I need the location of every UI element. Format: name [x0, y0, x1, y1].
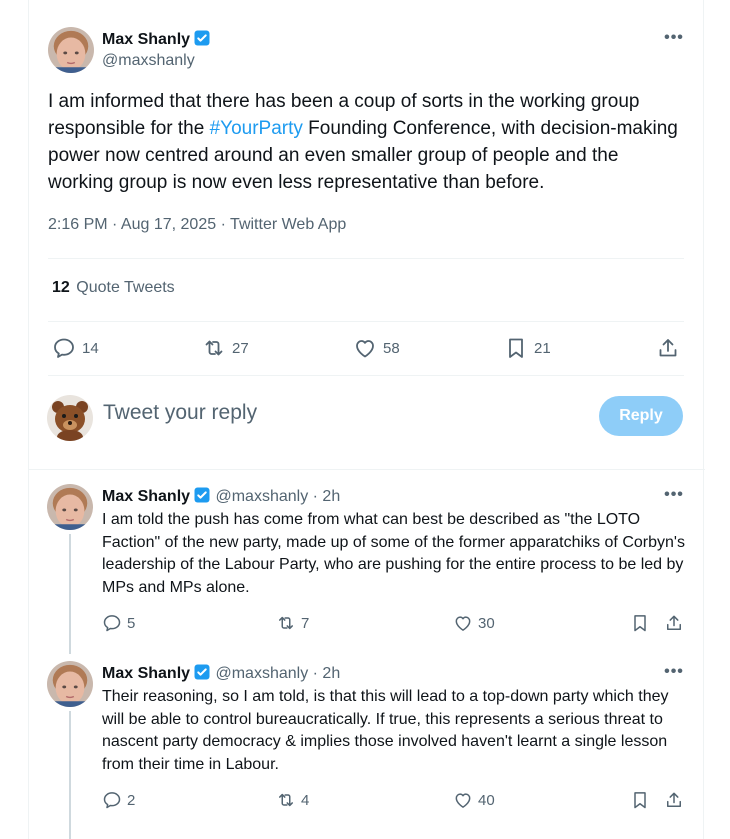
verified-badge-icon	[193, 486, 211, 504]
divider	[48, 375, 684, 376]
reply-author-name[interactable]: Max Shanly	[102, 488, 190, 505]
like-icon	[353, 336, 377, 360]
retweet-action[interactable]: 4	[276, 790, 309, 810]
reply-header: Max Shanly @maxshanly · 2h	[102, 663, 340, 683]
reply-icon	[102, 613, 122, 633]
retweet-count: 7	[301, 614, 310, 632]
timeline-column: Max Shanly @maxshanly ••• I am informed …	[28, 0, 705, 839]
reply-text: Their reasoning, so I am told, is that t…	[102, 688, 669, 773]
tweet-meta[interactable]: 2:16 PM · Aug 17, 2025 · Twitter Web App	[48, 216, 346, 234]
reply-action[interactable]: 14	[52, 336, 99, 360]
divider	[48, 321, 684, 322]
reply-author-handle[interactable]: @maxshanly	[215, 488, 308, 505]
like-count: 30	[478, 614, 495, 632]
bookmark-action[interactable]	[630, 613, 650, 633]
bookmark-count: 21	[534, 339, 551, 357]
reply-action[interactable]: 2	[102, 790, 135, 810]
retweet-count: 27	[232, 339, 249, 357]
verified-badge-icon	[193, 29, 211, 47]
quote-label: Quote Tweets	[76, 279, 175, 296]
reply-count: 5	[127, 614, 136, 632]
share-action[interactable]	[664, 613, 684, 633]
current-user-avatar[interactable]	[47, 395, 93, 441]
teddy-bear-image	[47, 395, 93, 441]
reply-icon	[102, 790, 122, 810]
retweet-action[interactable]: 27	[202, 336, 249, 360]
reply-action[interactable]: 5	[102, 613, 135, 633]
divider	[48, 258, 684, 259]
author-handle[interactable]: @maxshanly	[102, 52, 195, 70]
more-options-icon[interactable]: •••	[662, 487, 686, 510]
avatar-image	[47, 484, 93, 530]
author-name[interactable]: Max Shanly	[102, 31, 190, 48]
like-icon	[453, 790, 473, 810]
share-action[interactable]	[656, 336, 680, 360]
like-action[interactable]: 40	[453, 790, 495, 810]
reply-author-name[interactable]: Max Shanly	[102, 665, 190, 682]
reply-avatar[interactable]	[47, 484, 93, 530]
like-count: 40	[478, 791, 495, 809]
more-options-icon[interactable]: •••	[662, 664, 686, 687]
reply-avatar[interactable]	[47, 661, 93, 707]
share-icon	[664, 613, 684, 633]
like-action[interactable]: 58	[353, 336, 400, 360]
tweet-text: I am informed that there has been a coup…	[48, 88, 688, 196]
retweet-icon	[202, 336, 226, 360]
reply-button[interactable]: Reply	[599, 396, 683, 436]
share-action[interactable]	[664, 790, 684, 810]
reply-text: I am told the push has come from what ca…	[102, 511, 685, 596]
reply-input[interactable]: Tweet your reply	[103, 401, 257, 425]
divider	[29, 469, 705, 470]
retweet-action[interactable]: 7	[276, 613, 309, 633]
reply-time[interactable]: · 2h	[313, 665, 341, 682]
share-icon	[656, 336, 680, 360]
bookmark-action[interactable]: 21	[504, 336, 551, 360]
share-icon	[664, 790, 684, 810]
reply-author-handle[interactable]: @maxshanly	[215, 665, 308, 682]
thread-line	[69, 534, 71, 654]
more-options-icon[interactable]: •••	[662, 30, 686, 53]
reply-time[interactable]: · 2h	[313, 488, 341, 505]
retweet-count: 4	[301, 791, 310, 809]
reply-icon	[52, 336, 76, 360]
author-avatar[interactable]	[48, 27, 94, 73]
hashtag-link[interactable]: #YourParty	[210, 118, 303, 139]
bookmark-icon	[504, 336, 528, 360]
like-icon	[453, 613, 473, 633]
retweet-icon	[276, 613, 296, 633]
verified-badge-icon	[193, 663, 211, 681]
bookmark-icon	[630, 613, 650, 633]
thread-line	[69, 711, 71, 839]
reply-count: 2	[127, 791, 136, 809]
retweet-icon	[276, 790, 296, 810]
quote-count: 12	[52, 279, 70, 296]
avatar-image	[47, 661, 93, 707]
like-count: 58	[383, 339, 400, 357]
reply-count: 14	[82, 339, 99, 357]
quote-tweets-link[interactable]: 12 Quote Tweets	[52, 279, 175, 297]
reply-header: Max Shanly @maxshanly · 2h	[102, 486, 340, 506]
avatar-image	[48, 27, 94, 73]
bookmark-action[interactable]	[630, 790, 650, 810]
like-action[interactable]: 30	[453, 613, 495, 633]
bookmark-icon	[630, 790, 650, 810]
author-name-row: Max Shanly	[102, 29, 211, 49]
